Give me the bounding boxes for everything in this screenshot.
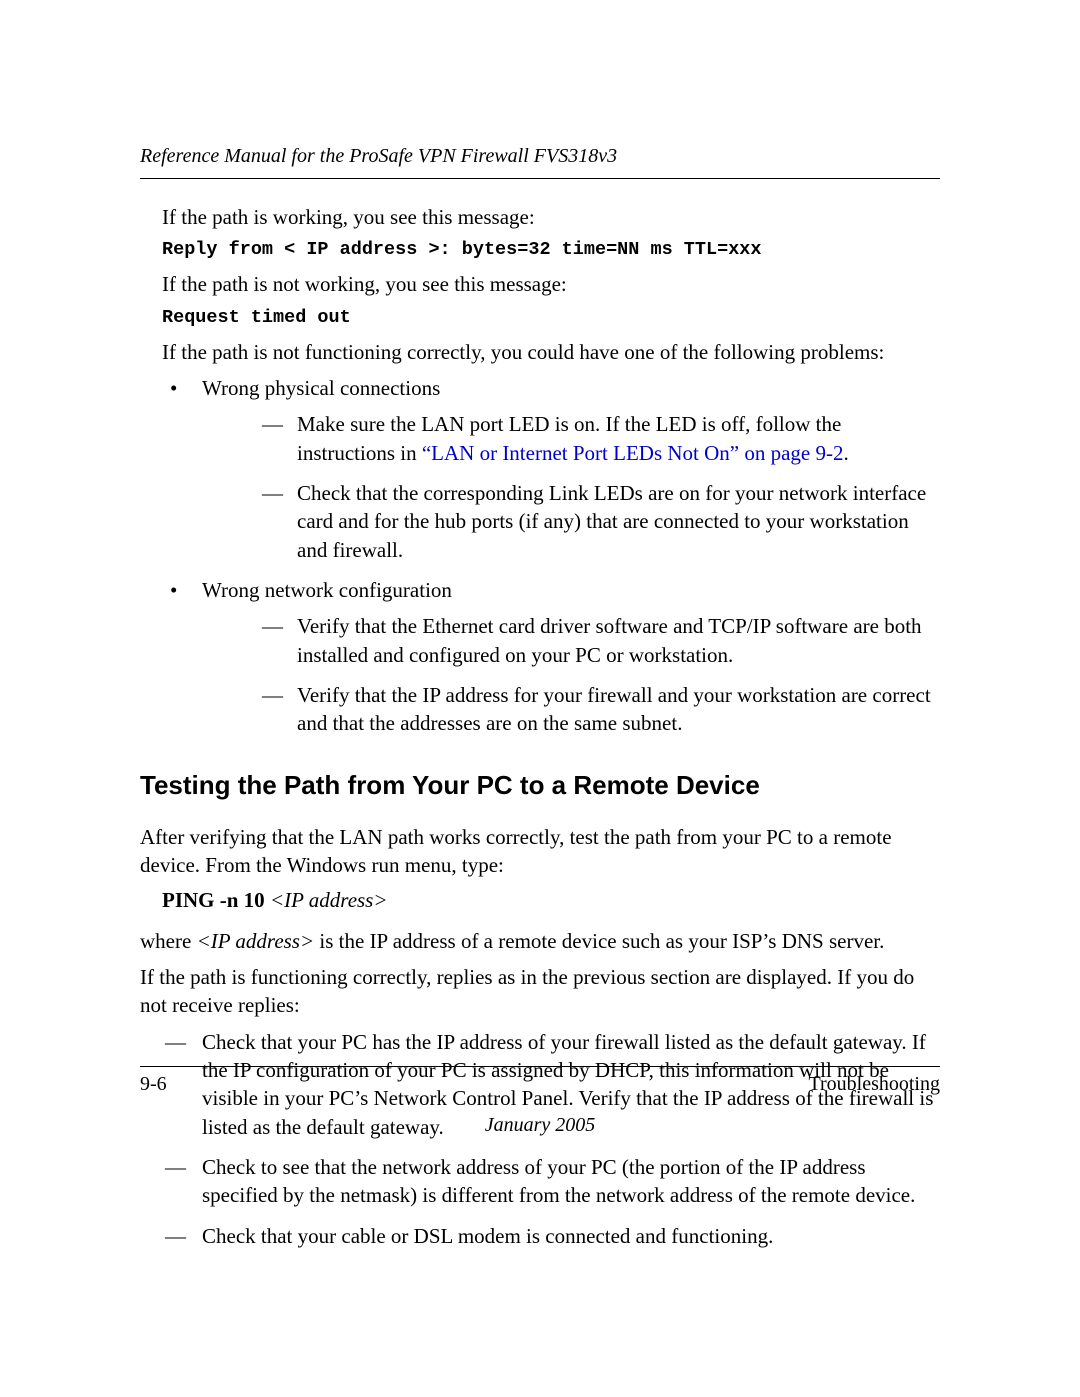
footer-row: 9-6 Troubleshooting: [140, 1073, 940, 1096]
bullet-label: Wrong physical connections: [202, 376, 440, 400]
code-reply: Reply from < IP address >: bytes=32 time…: [162, 239, 940, 260]
sub-list-item: Check to see that the network address of…: [140, 1153, 940, 1210]
section-label: Troubleshooting: [808, 1073, 940, 1096]
page-number: 9-6: [140, 1073, 167, 1096]
body-text: If the path is not working, you see this…: [162, 270, 940, 298]
body-text: If the path is working, you see this mes…: [162, 203, 940, 231]
body-text: After verifying that the LAN path works …: [140, 823, 940, 880]
body-text: If the path is not functioning correctly…: [162, 338, 940, 366]
sub-list: Verify that the Ethernet card driver sof…: [202, 612, 940, 737]
body-text: If the path is functioning correctly, re…: [140, 963, 940, 1020]
manual-page: Reference Manual for the ProSafe VPN Fir…: [0, 0, 1080, 1397]
reply-checklist: Check that your PC has the IP address of…: [140, 1028, 940, 1250]
running-header: Reference Manual for the ProSafe VPN Fir…: [140, 145, 940, 168]
sub-list: Make sure the LAN port LED is on. If the…: [202, 410, 940, 564]
header-rule: [140, 178, 940, 179]
bullet-label: Wrong network configuration: [202, 578, 452, 602]
text-fragment: is the IP address of a remote device suc…: [314, 929, 884, 953]
body-text: where <IP address> is the IP address of …: [140, 927, 940, 955]
command-arg: <IP address>: [270, 888, 388, 912]
list-item: Wrong network configuration Verify that …: [140, 576, 940, 738]
sub-list-item: Check that the corresponding Link LEDs a…: [202, 479, 940, 564]
cross-reference-link[interactable]: “LAN or Internet Port LEDs Not On” on pa…: [422, 441, 844, 465]
page-footer: 9-6 Troubleshooting January 2005: [140, 1066, 940, 1137]
text-fragment: .: [843, 441, 848, 465]
code-timeout: Request timed out: [162, 307, 940, 328]
sub-list-item: Verify that the Ethernet card driver sof…: [202, 612, 940, 669]
problem-list: Wrong physical connections Make sure the…: [140, 374, 940, 738]
footer-rule: [140, 1066, 940, 1067]
section-heading: Testing the Path from Your PC to a Remot…: [140, 770, 940, 801]
sub-list-item: Verify that the IP address for your fire…: [202, 681, 940, 738]
sub-list-item: Check that your cable or DSL modem is co…: [140, 1222, 940, 1250]
text-fragment: where: [140, 929, 197, 953]
command-line: PING -n 10 <IP address>: [162, 888, 940, 913]
command-bold: PING -n 10: [162, 888, 270, 912]
sub-list-item: Make sure the LAN port LED is on. If the…: [202, 410, 940, 467]
footer-date: January 2005: [140, 1114, 940, 1137]
inline-arg: <IP address>: [197, 929, 315, 953]
list-item: Wrong physical connections Make sure the…: [140, 374, 940, 564]
